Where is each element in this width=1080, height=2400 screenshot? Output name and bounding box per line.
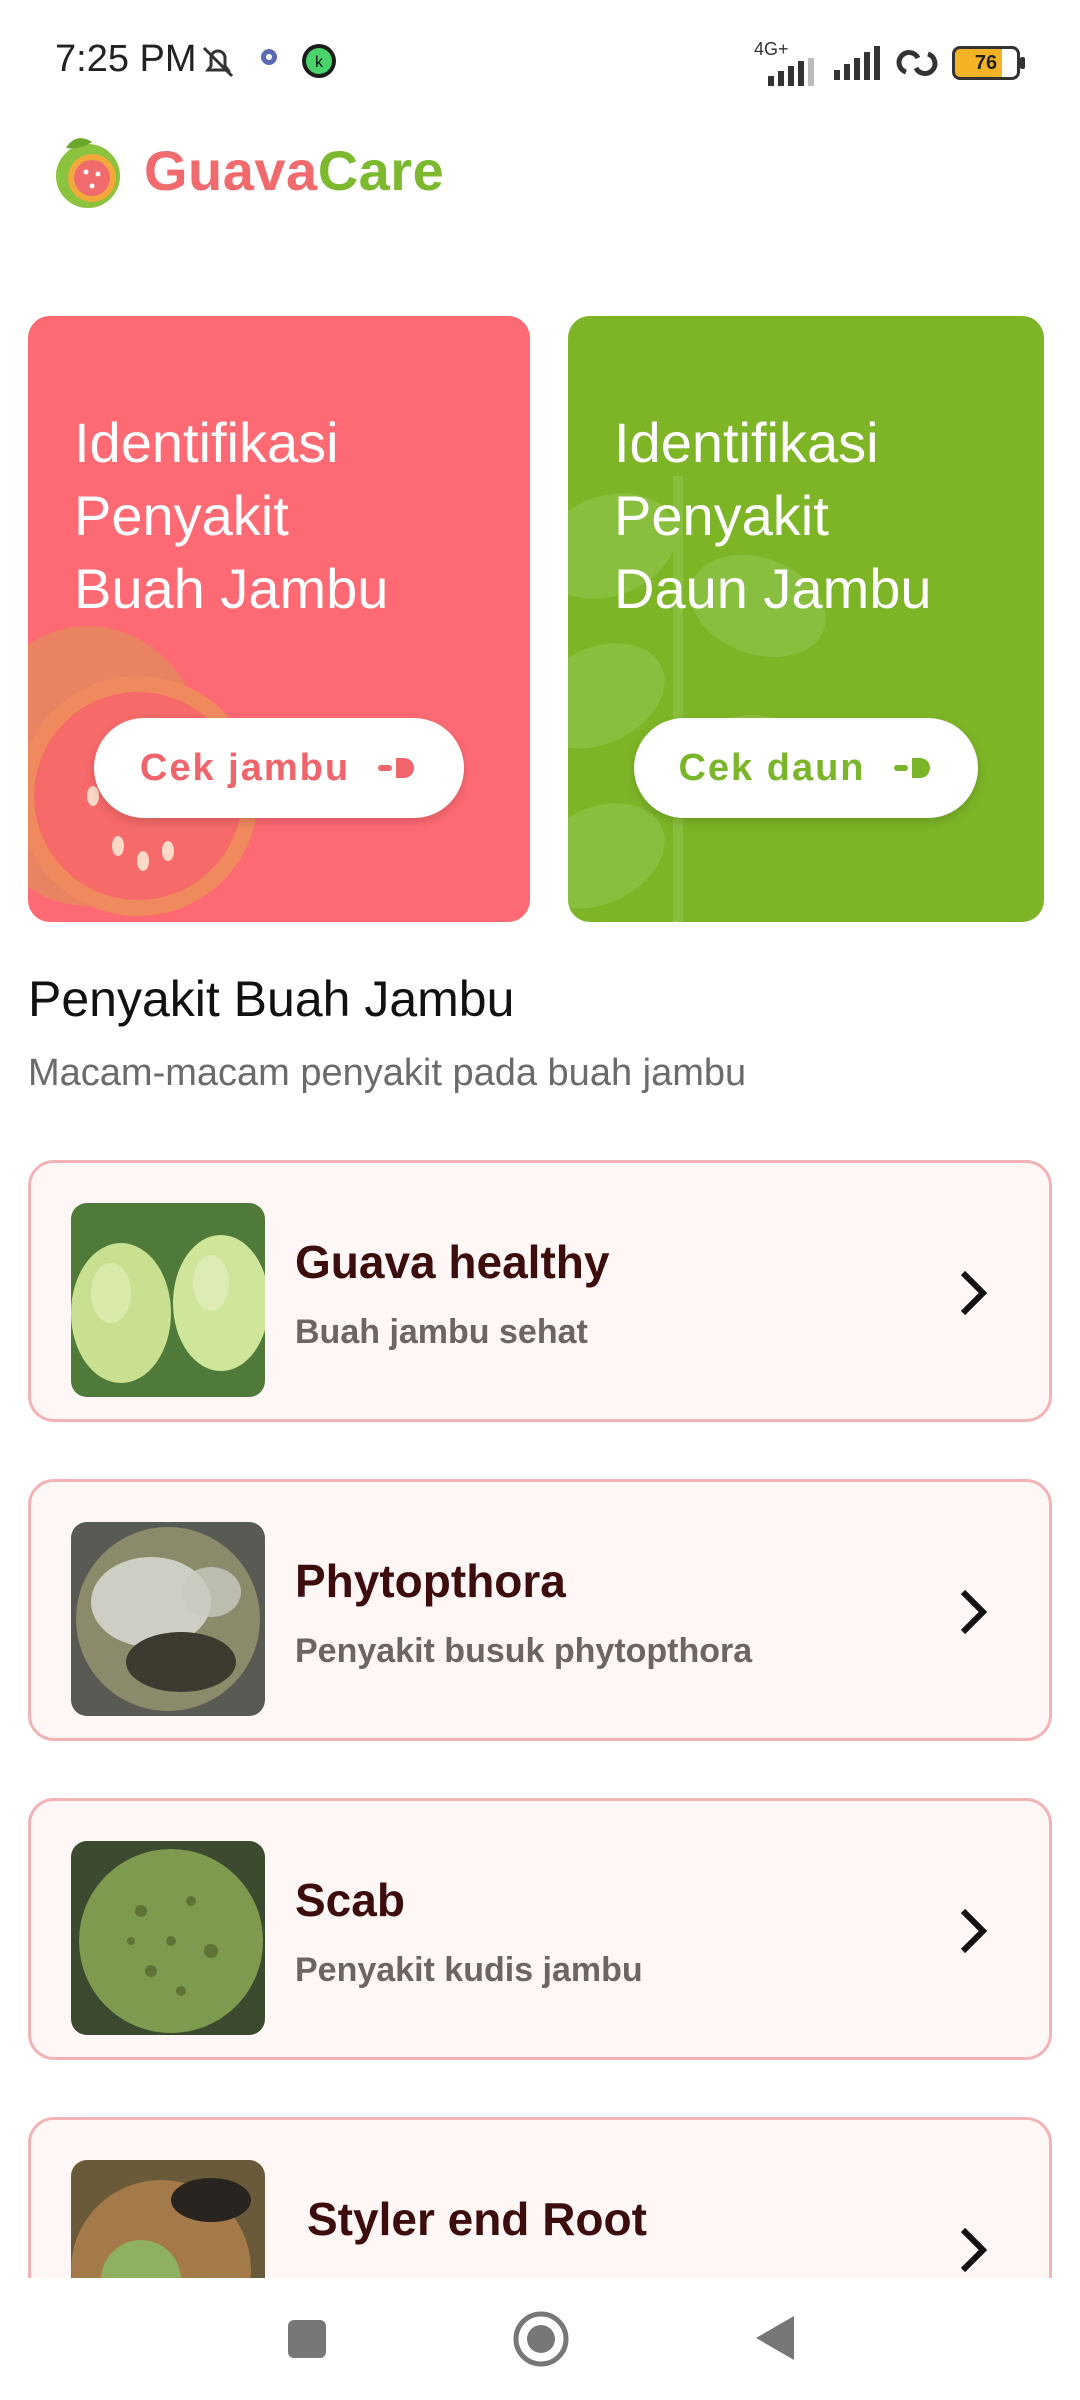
disease-title: Styler end Root (307, 2193, 647, 2245)
home-icon[interactable] (512, 2310, 570, 2368)
disease-list-item[interactable]: Phytopthora Penyakit busuk phytopthora (28, 1479, 1052, 1741)
chevron-right-icon (960, 1270, 988, 1316)
check-fruit-button[interactable]: Cek jambu (94, 718, 464, 818)
chevron-right-icon (960, 1589, 988, 1635)
section-title: Penyakit Buah Jambu (28, 971, 515, 1027)
app-brand: GuavaCare (46, 128, 444, 212)
disease-subtitle: Buah jambu sehat (295, 1313, 588, 1351)
disease-subtitle: Penyakit kudis jambu (295, 1951, 643, 1989)
app-notification-icon: k (302, 44, 336, 78)
fruit-card-title-line1: Identifikasi (74, 411, 339, 474)
app-name: GuavaCare (144, 138, 444, 203)
back-icon[interactable] (752, 2312, 798, 2364)
leaf-card-title-line2: Penyakit (614, 484, 829, 547)
svg-text:k: k (315, 54, 324, 71)
fruit-card-title-line2: Penyakit (74, 484, 289, 547)
check-leaf-button[interactable]: Cek daun (634, 718, 978, 818)
section-subtitle: Macam-macam penyakit pada buah jambu (28, 1052, 747, 1094)
disease-title: Scab (295, 1874, 405, 1926)
phytopthora-image (71, 1522, 265, 1716)
hotspot-icon (896, 50, 938, 76)
disease-title: Phytopthora (295, 1555, 566, 1607)
guava-healthy-thumbnail (71, 1203, 265, 1397)
status-time: 7:25 PM (55, 38, 197, 80)
app-name-care: Care (317, 138, 445, 202)
disease-list-item[interactable]: Guava healthy Buah jambu sehat (28, 1160, 1052, 1422)
check-fruit-button-label: Cek jambu (139, 746, 351, 789)
mute-bell-icon (202, 46, 234, 78)
settings-icon (261, 49, 277, 65)
fruit-identification-card[interactable]: Identifikasi Penyakit Buah Jambu Cek jam… (28, 316, 530, 922)
fruit-card-title-line3: Buah Jambu (74, 557, 389, 620)
disease-list-item[interactable]: Scab Penyakit kudis jambu (28, 1798, 1052, 2060)
fruit-card-title: Identifikasi Penyakit Buah Jambu (74, 406, 388, 625)
plug-arrow-icon (378, 758, 415, 778)
app-name-guava: Guava (144, 138, 318, 202)
network-type: 4G+ (754, 39, 789, 59)
guava-healthy-image (71, 1203, 265, 1397)
disease-title: Guava healthy (295, 1236, 610, 1288)
leaf-card-title-line3: Daun Jambu (614, 557, 932, 620)
recent-apps-icon[interactable] (286, 2318, 328, 2360)
signal-icon (768, 58, 814, 86)
chevron-right-icon (960, 1908, 988, 1954)
disease-subtitle: Penyakit busuk phytopthora (295, 1632, 753, 1670)
system-navigation-bar (0, 2278, 1080, 2400)
signal-icon-2 (834, 46, 880, 80)
leaf-card-title-line1: Identifikasi (614, 411, 879, 474)
check-leaf-button-label: Cek daun (678, 746, 866, 789)
phytopthora-thumbnail (71, 1522, 265, 1716)
status-right: 4G+ 76 (754, 39, 1025, 86)
leaf-card-title: Identifikasi Penyakit Daun Jambu (614, 406, 932, 625)
guava-logo-icon (56, 138, 120, 208)
battery-icon: 76 (952, 46, 1025, 80)
status-bar: 7:25 PM k 4G+ 76 (0, 0, 1080, 120)
leaf-identification-card[interactable]: Identifikasi Penyakit Daun Jambu Cek dau… (568, 316, 1044, 922)
plug-arrow-icon (893, 758, 930, 778)
scab-image (71, 1841, 265, 2035)
chevron-right-icon (960, 2227, 988, 2273)
scab-thumbnail (71, 1841, 265, 2035)
